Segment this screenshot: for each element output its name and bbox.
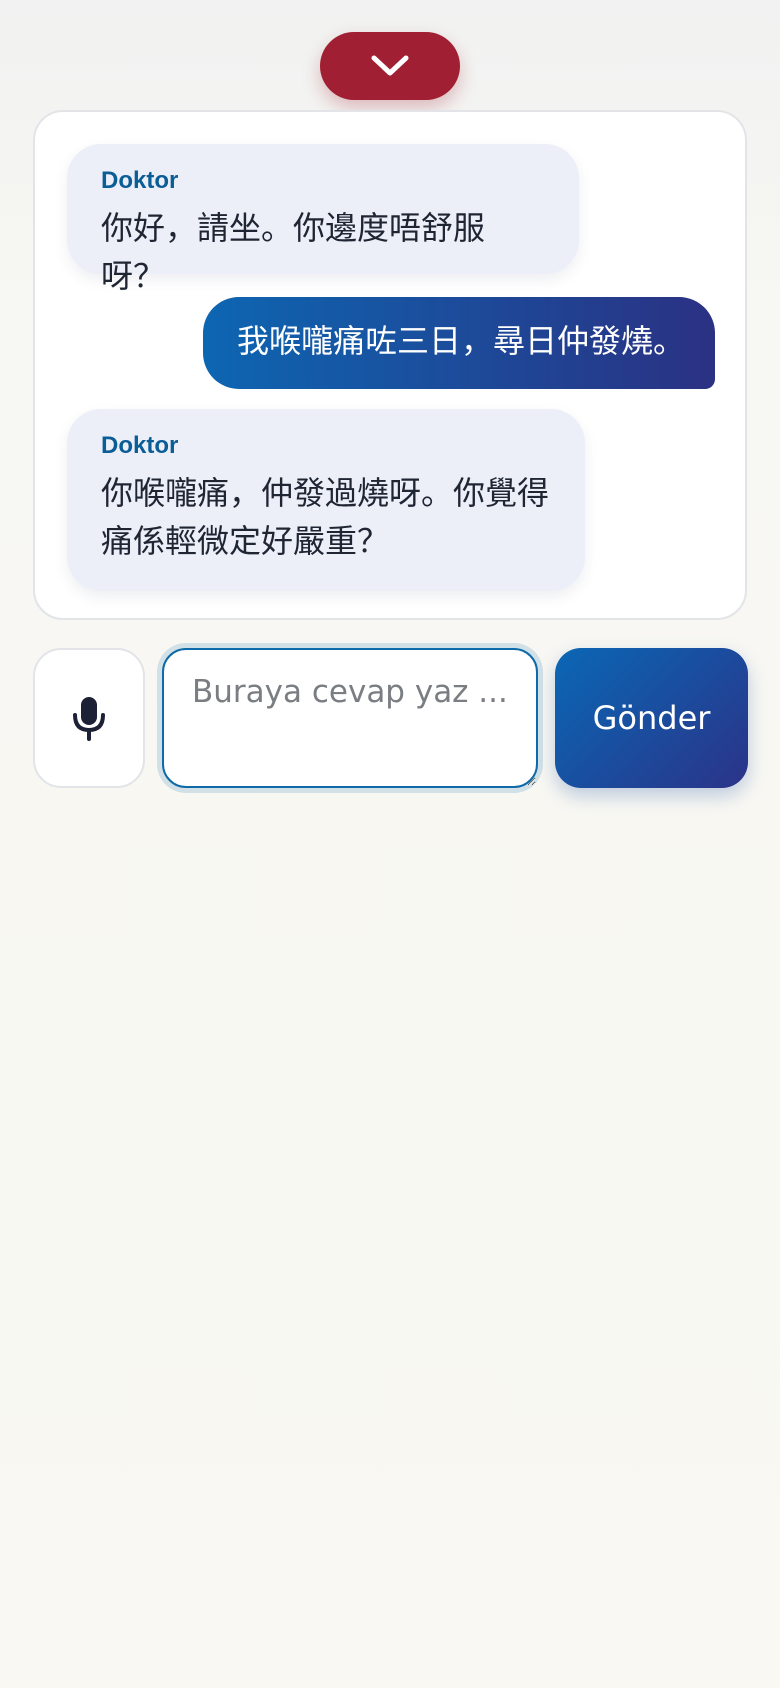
chat-panel: Doktor 你好，請坐。你邊度唔舒服呀？ 我喉嚨痛咗三日，尋日仲發燒。 Dok… [33,110,747,620]
message-text: 我喉嚨痛咗三日，尋日仲發燒。 [237,322,686,360]
microphone-button[interactable] [33,648,145,788]
message-text: 你喉嚨痛，仲發過燒呀。你覺得痛係輕微定好嚴重？ [101,474,550,560]
collapse-button[interactable] [320,32,460,100]
speaker-label: Doktor [101,432,179,459]
patient-message: 我喉嚨痛咗三日，尋日仲發燒。 [203,297,715,389]
chevron-down-icon [371,55,409,76]
message-text: 你好，請坐。你邊度唔舒服呀？ [101,209,486,295]
send-button[interactable]: Gönder [555,648,748,788]
doctor-message: Doktor 你喉嚨痛，仲發過燒呀。你覺得痛係輕微定好嚴重？ [67,409,585,591]
answer-input[interactable] [162,648,538,788]
send-button-label: Gönder [592,699,711,737]
microphone-icon [73,697,105,741]
doctor-message: Doktor 你好，請坐。你邊度唔舒服呀？ [67,144,579,295]
speaker-label: Doktor [101,167,179,194]
